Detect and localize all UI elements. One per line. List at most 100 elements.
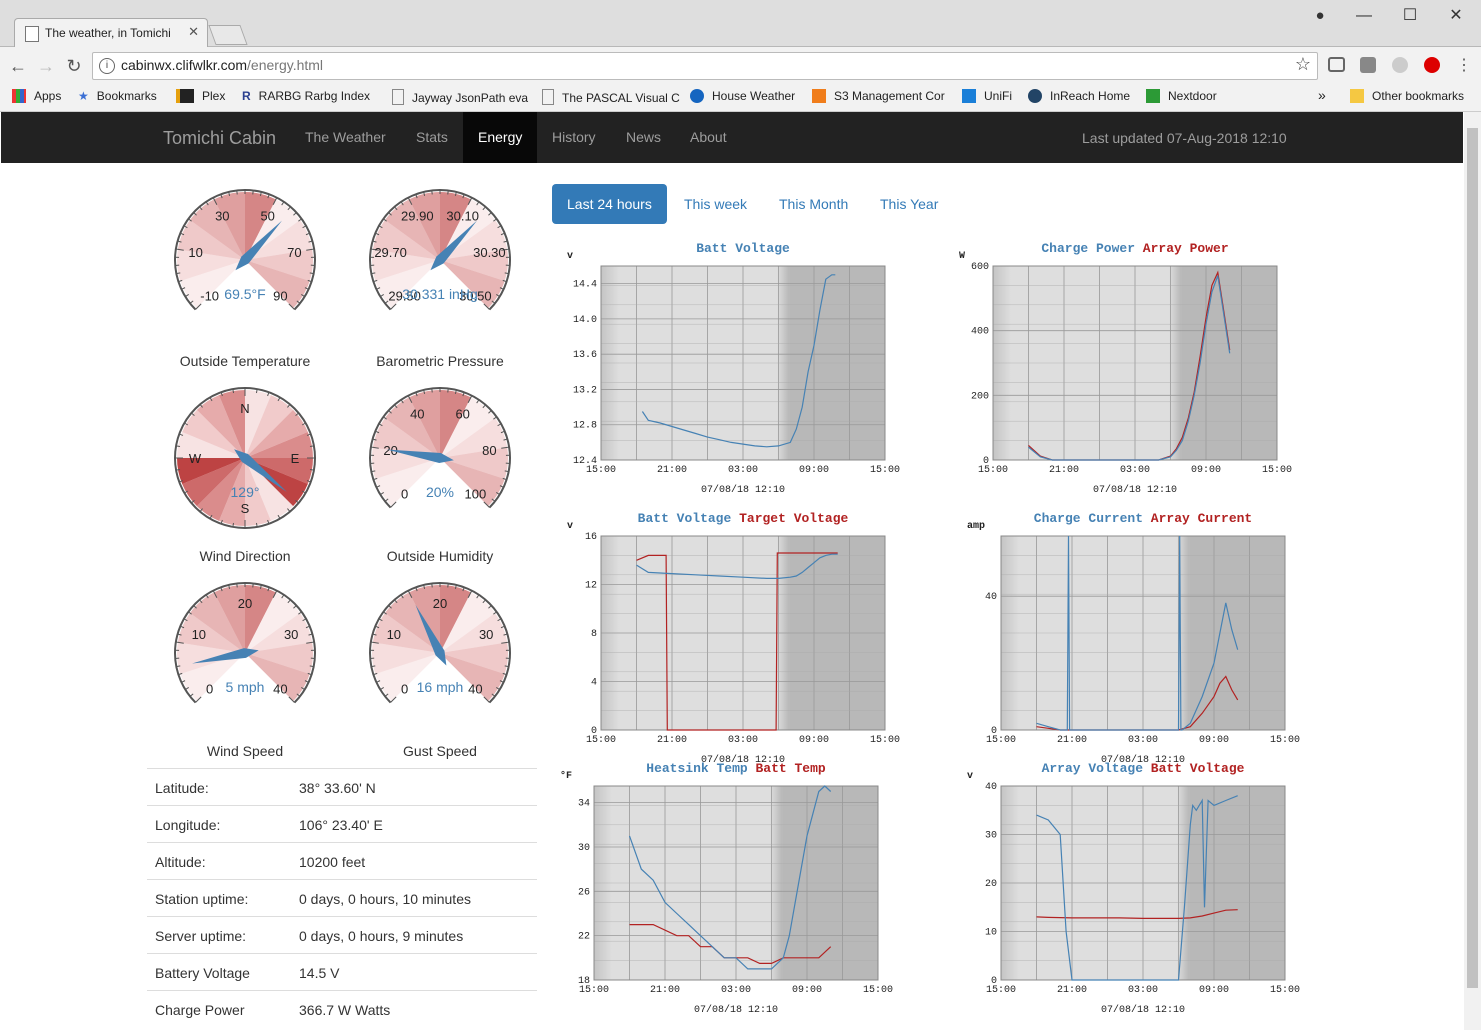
chart-date-label: 07/08/18 12:10 — [694, 1004, 778, 1016]
x-tick-label: 03:00 — [728, 465, 758, 476]
minimize-button[interactable]: — — [1344, 4, 1384, 28]
y-tick-label: 600 — [971, 262, 989, 273]
gauge-value: 69.5°F — [224, 286, 265, 302]
bookmark-rarbg[interactable]: R RARBG Rarbg Index — [242, 89, 370, 103]
gauge-label: Outside Humidity — [386, 548, 494, 564]
chart-title-part: Target Voltage — [731, 511, 848, 526]
y-tick-label: 40 — [985, 592, 997, 603]
tab-this-year[interactable]: This Year — [865, 184, 953, 224]
menu-icon[interactable]: ⋮ — [1452, 54, 1476, 78]
chart-date-label: 07/08/18 12:10 — [1093, 484, 1177, 496]
bookmark-unifi[interactable]: UniFi — [962, 89, 1012, 103]
x-tick-label: 15:00 — [870, 735, 900, 746]
forward-icon[interactable]: → — [34, 54, 58, 78]
y-tick-label: 20 — [985, 879, 997, 890]
nav-energy[interactable]: Energy — [463, 112, 538, 163]
chart-title-part: Batt Temp — [748, 761, 826, 776]
site-brand[interactable]: Tomichi Cabin — [163, 128, 276, 149]
nav-news[interactable]: News — [611, 112, 676, 163]
gauge-tick — [255, 388, 258, 394]
bookmark-apps[interactable]: Apps — [12, 89, 61, 103]
bookmark-pascal[interactable]: The PASCAL Visual C — [542, 89, 680, 105]
gauge-tick-label: 29.70 — [374, 245, 407, 260]
bookmark-nextdoor[interactable]: Nextdoor — [1146, 89, 1217, 103]
bookmark-inreach[interactable]: InReach Home — [1028, 89, 1130, 103]
nav-history[interactable]: History — [537, 112, 611, 163]
nav-about[interactable]: About — [675, 112, 742, 163]
gauge-tick-label: 60 — [455, 406, 469, 421]
y-tick-label: 13.2 — [573, 385, 597, 396]
chart-title: Batt Voltage Target Voltage — [638, 511, 849, 526]
tab-title: The weather, in Tomichi — [45, 26, 171, 40]
info-icon[interactable]: i — [99, 58, 115, 74]
chart-unit-label: v — [567, 251, 573, 262]
extension-jb-icon[interactable] — [1360, 57, 1376, 73]
table-row: Server uptime: 0 days, 0 hours, 9 minutes — [147, 916, 537, 953]
back-icon[interactable]: ← — [6, 54, 30, 78]
aws-icon — [812, 89, 826, 103]
x-tick-label: 03:00 — [721, 985, 751, 996]
weather-icon — [690, 89, 704, 103]
tab-this-week[interactable]: This week — [669, 184, 762, 224]
nav-stats[interactable]: Stats — [401, 112, 463, 163]
tab-this-month[interactable]: This Month — [764, 184, 863, 224]
x-tick-label: 15:00 — [986, 735, 1016, 746]
url-text: cabinwx.clifwlkr.com/energy.html — [121, 57, 324, 73]
nav-the-weather[interactable]: The Weather — [290, 112, 401, 163]
tab-close-icon[interactable]: ✕ — [188, 24, 199, 40]
chart-title: Heatsink Temp Batt Temp — [646, 761, 826, 776]
bookmarks-overflow[interactable]: » — [1318, 87, 1326, 103]
extension-play-icon[interactable] — [1424, 57, 1440, 73]
cast-icon[interactable] — [1328, 57, 1345, 72]
table-row: Altitude: 10200 feet — [147, 842, 537, 879]
x-tick-label: 09:00 — [792, 985, 822, 996]
profile-icon[interactable]: ● — [1300, 4, 1340, 28]
chart-title-part: Heatsink Temp — [646, 761, 748, 776]
gauge-label: Wind Direction — [199, 548, 291, 564]
y-tick-label: 4 — [591, 678, 597, 689]
scrollbar-thumb[interactable] — [1467, 128, 1478, 988]
star-icon: ★ — [78, 89, 89, 103]
gauge-value: 129° — [231, 484, 260, 500]
chart-title-part: Array Power — [1135, 241, 1229, 256]
page-icon — [542, 89, 554, 105]
other-bookmarks[interactable]: Other bookmarks — [1350, 89, 1464, 103]
y-tick-label: 16 — [585, 532, 597, 543]
gauge-tick-label: 29.90 — [401, 208, 434, 223]
address-bar[interactable]: i cabinwx.clifwlkr.com/energy.html ☆ — [92, 52, 1318, 80]
bookmark-s3[interactable]: S3 Management Cor — [812, 89, 945, 103]
x-tick-label: 21:00 — [1057, 985, 1087, 996]
array-voltage-chart: vArray Voltage Batt Voltage01020304015:0… — [967, 761, 1300, 1016]
maximize-button[interactable]: ☐ — [1390, 4, 1430, 28]
page-scrollbar[interactable] — [1464, 112, 1481, 1030]
gauge-tick — [309, 468, 315, 471]
gauge-tick-label: 10 — [192, 627, 206, 642]
bookmark-plex[interactable]: Plex — [176, 89, 225, 103]
chart-title: Array Voltage Batt Voltage — [1042, 761, 1245, 776]
gauge-tick-label: E — [291, 451, 300, 466]
reload-icon[interactable]: ↻ — [62, 54, 86, 78]
gauge-tick-label: 100 — [465, 486, 487, 501]
batt-target-voltage-chart: vBatt Voltage Target Voltage048121615:00… — [567, 511, 900, 766]
x-tick-label: 03:00 — [1128, 985, 1158, 996]
x-tick-label: 15:00 — [870, 465, 900, 476]
active-tab[interactable]: The weather, in Tomichi ✕ — [14, 18, 208, 47]
bookmark-star-icon[interactable]: ☆ — [1295, 54, 1311, 75]
chart-unit-label: v — [967, 771, 973, 782]
bookmark-bookmarks[interactable]: ★ Bookmarks — [78, 89, 157, 103]
x-tick-label: 03:00 — [1120, 465, 1150, 476]
bookmark-jayway[interactable]: Jayway JsonPath eva — [392, 89, 528, 105]
extension-circle-icon[interactable] — [1392, 57, 1408, 73]
new-tab-button[interactable] — [208, 25, 248, 45]
x-tick-label: 15:00 — [586, 465, 616, 476]
x-tick-label: 09:00 — [1199, 735, 1229, 746]
gauge-tick-label: 10 — [387, 627, 401, 642]
tab-last-24-hours[interactable]: Last 24 hours — [552, 184, 667, 224]
close-window-button[interactable]: ✕ — [1436, 4, 1476, 28]
page-icon — [392, 89, 404, 105]
bookmark-house-weather[interactable]: House Weather — [690, 89, 795, 103]
chart-title-part: Batt Voltage — [638, 511, 732, 526]
gauge-label: Barometric Pressure — [376, 353, 504, 369]
gauge-value: 30.331 inHg — [402, 286, 478, 302]
plex-icon — [176, 89, 194, 103]
